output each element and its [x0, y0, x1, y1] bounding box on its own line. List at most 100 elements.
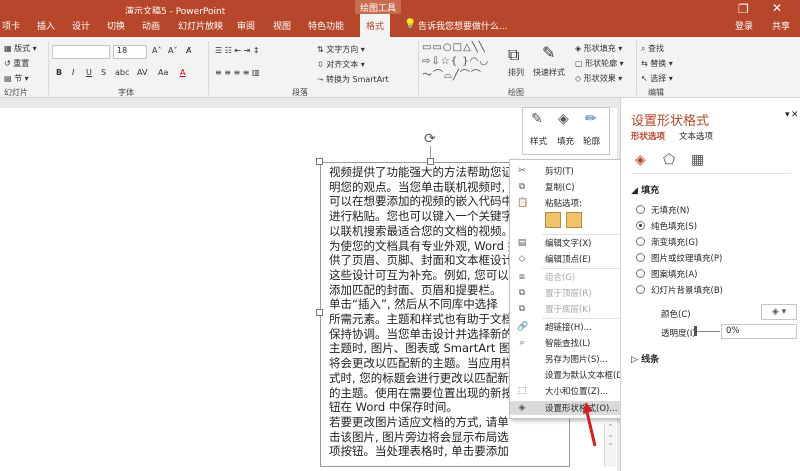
- tab-features[interactable]: 特色功能: [308, 19, 344, 32]
- transparency-input[interactable]: 0%: [721, 324, 797, 339]
- menu-item-send-back[interactable]: ⧉ 置于底层(K): [510, 302, 636, 316]
- menu-item-bring-front[interactable]: ⧉ 置于顶层(R): [510, 286, 636, 300]
- italic-icon[interactable]: I: [72, 68, 74, 77]
- shrink-font-icon[interactable]: A˅: [168, 46, 177, 55]
- menu-item-cut[interactable]: ✂ 剪切(T): [510, 164, 636, 178]
- resize-handle[interactable]: [316, 158, 323, 165]
- tell-me-input[interactable]: 告诉我您想要做什么...: [418, 19, 508, 32]
- pane-options-icon[interactable]: ▾: [785, 110, 790, 120]
- effects-icon[interactable]: ⬠: [663, 152, 675, 168]
- tab-view[interactable]: 视图: [273, 19, 291, 32]
- align-text-label: 对齐文本: [326, 60, 359, 69]
- change-case-icon[interactable]: Aa: [158, 68, 168, 77]
- size-properties-icon[interactable]: ▦: [691, 152, 704, 168]
- tab-design[interactable]: 设计: [72, 19, 90, 32]
- menu-item-edit-points[interactable]: ◇ 编辑顶点(E): [510, 252, 636, 266]
- font-color-icon[interactable]: A: [180, 68, 185, 77]
- tab-animations[interactable]: 动画: [142, 19, 160, 32]
- transparency-slider[interactable]: [696, 331, 720, 332]
- menu-item-size-position[interactable]: ⬚ 大小和位置(Z)...: [510, 384, 636, 398]
- paste-keep-source-icon[interactable]: [545, 212, 561, 228]
- fill-line-icon[interactable]: ◈: [635, 152, 646, 168]
- tab-text-options[interactable]: 文本选项: [679, 130, 713, 142]
- section-button[interactable]: ▤ 节 ▾: [4, 73, 29, 84]
- radio-solid-fill[interactable]: [636, 221, 645, 230]
- close-icon[interactable]: ✕: [772, 1, 782, 15]
- tab-format[interactable]: 格式: [360, 14, 391, 37]
- reset-button[interactable]: ↺ 重置: [4, 58, 29, 69]
- divider: [636, 41, 637, 95]
- replace-button[interactable]: ⇆ 替换 ▾: [641, 58, 673, 69]
- menu-item-copy[interactable]: ⧉ 复制(C): [510, 180, 636, 194]
- quick-styles-button[interactable]: 快速样式: [533, 67, 565, 78]
- option-label: 渐变填充(G): [651, 238, 699, 248]
- quick-styles-icon[interactable]: ✎: [542, 43, 555, 62]
- select-button[interactable]: ↖ 选择 ▾: [641, 73, 673, 84]
- layout-button[interactable]: ▦ 版式 ▾: [4, 43, 37, 54]
- align-icons[interactable]: ≡ ≡ ≡ ≡ ▥: [215, 68, 260, 77]
- radio-pattern-fill[interactable]: [636, 269, 645, 278]
- fill-section-header[interactable]: ◢ 填充: [631, 183, 659, 196]
- mini-outline-label: 轮廓: [583, 137, 601, 147]
- transparency-slider-thumb[interactable]: [694, 326, 697, 336]
- text-line: 添加匹配的封面、页眉和提要栏。: [329, 282, 502, 297]
- arrange-icon[interactable]: ⧉: [508, 45, 519, 65]
- strikethrough-icon[interactable]: abc: [115, 68, 129, 77]
- scrollbar[interactable]: ⌃ ⌄ ⌄: [604, 423, 616, 467]
- share-button[interactable]: 共享: [772, 19, 790, 32]
- menu-item-smart-lookup[interactable]: ⌕ 智能查找(L): [510, 336, 636, 350]
- font-size-field[interactable]: 18: [113, 45, 147, 59]
- shape-effects-label: 形状效果: [583, 74, 616, 83]
- shadow-icon[interactable]: S: [101, 68, 106, 77]
- radio-background-fill[interactable]: [636, 285, 645, 294]
- bold-icon[interactable]: B: [56, 68, 62, 77]
- tab-home[interactable]: 项卡: [2, 19, 20, 32]
- line-section-header[interactable]: ▷ 线条: [631, 352, 659, 365]
- tab-review[interactable]: 审阅: [237, 19, 255, 32]
- tab-insert[interactable]: 插入: [37, 19, 55, 32]
- resize-handle[interactable]: [427, 158, 434, 165]
- shapes-gallery[interactable]: ▭▭○□△╲╲ ⇨⇩☆{ }◠◡ 〜⌒⌓╱⌒⌒: [422, 41, 498, 85]
- arrange-button[interactable]: 排列: [508, 67, 524, 78]
- align-text-button[interactable]: ⇳ 对齐文本 ▾: [317, 59, 365, 70]
- resize-handle[interactable]: [316, 309, 323, 316]
- menu-item-edit-text[interactable]: ▤ 编辑文字(X): [510, 236, 636, 250]
- radio-no-fill[interactable]: [636, 205, 645, 214]
- shape-effects-button[interactable]: ◇ 形状效果 ▾: [575, 73, 622, 84]
- menu-label: 大小和位置(Z)...: [545, 387, 609, 397]
- radio-gradient-fill[interactable]: [636, 237, 645, 246]
- text-line: 钮在 Word 中保存时间。: [329, 400, 458, 415]
- menu-item-default-textbox[interactable]: 设置为默认文本框(D): [510, 368, 636, 382]
- pane-close-icon[interactable]: ✕: [791, 110, 799, 120]
- edit-points-icon: ◇: [518, 254, 526, 264]
- underline-icon[interactable]: U: [86, 68, 92, 77]
- smartart-button[interactable]: ⤳ 转换为 SmartArt: [317, 74, 389, 85]
- menu-item-format-shape[interactable]: ◈ 设置形状格式(O)...: [510, 401, 636, 415]
- clear-format-icon[interactable]: A̸: [186, 46, 191, 55]
- char-spacing-icon[interactable]: AV: [137, 68, 147, 77]
- tab-transitions[interactable]: 切换: [107, 19, 125, 32]
- shape-outline-button[interactable]: ▢ 形状轮廓 ▾: [575, 58, 624, 69]
- link-icon: 🔗: [517, 322, 529, 332]
- outline-icon[interactable]: ✏: [585, 111, 597, 127]
- grow-font-icon[interactable]: A˄: [152, 46, 161, 55]
- shape-fill-button[interactable]: ◈ 形状填充 ▾: [575, 43, 622, 54]
- paste-picture-icon[interactable]: [566, 212, 582, 228]
- tab-slideshow[interactable]: 幻灯片放映: [178, 19, 223, 32]
- style-icon[interactable]: ✎: [531, 111, 543, 127]
- menu-item-save-picture[interactable]: 另存为图片(S)...: [510, 352, 636, 366]
- rotate-handle-icon[interactable]: ⟳: [424, 131, 436, 147]
- color-picker-button[interactable]: ◈ ▾: [761, 304, 797, 320]
- text-direction-button[interactable]: ⇅ 文字方向 ▾: [317, 44, 365, 55]
- menu-item-group[interactable]: ⧈ 组合(G): [510, 270, 636, 284]
- fill-icon[interactable]: ◈: [558, 111, 569, 127]
- menu-item-hyperlink[interactable]: 🔗 超链接(H)...: [510, 320, 636, 334]
- sign-in-link[interactable]: 登录: [735, 19, 753, 32]
- find-button[interactable]: ⌕ 查找: [641, 43, 664, 54]
- bullets-icon[interactable]: ☰ ☷ ⇤ ⇥ ↕: [215, 46, 260, 55]
- text-line: 明您的观点。当您单击联机视频时,: [329, 179, 506, 194]
- send-back-icon: ⧉: [518, 304, 526, 314]
- tab-shape-options[interactable]: 形状选项: [631, 130, 665, 142]
- font-name-field[interactable]: [52, 45, 110, 59]
- radio-picture-fill[interactable]: [636, 253, 645, 262]
